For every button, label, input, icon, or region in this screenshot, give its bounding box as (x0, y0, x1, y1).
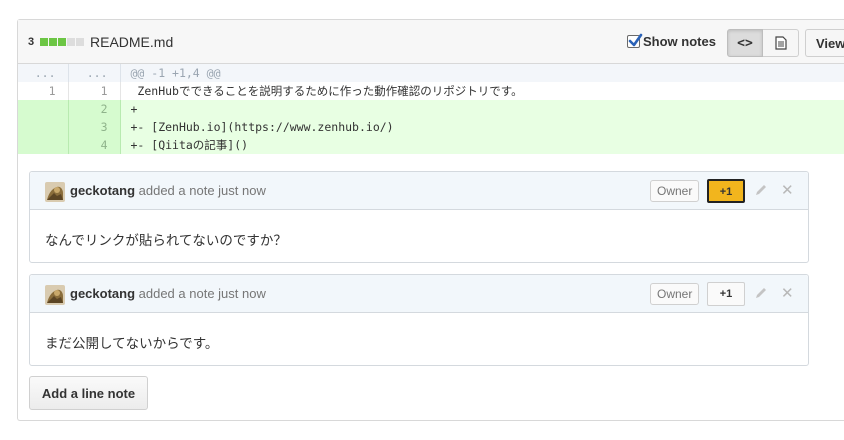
new-line-number[interactable]: 4 (68, 136, 121, 154)
note-header: geckotang added a note just now Owner +1… (30, 172, 808, 210)
add-line-note-button[interactable]: Add a line note (29, 376, 148, 410)
note-meta: geckotang added a note just now (70, 183, 266, 198)
diffstat-blocks (40, 38, 84, 46)
close-icon: ✕ (781, 285, 794, 302)
file-container: 3 README.md Show notes <> View ... ... @… (17, 19, 844, 421)
show-notes-label: Show notes (643, 34, 716, 49)
note-action: added a note just now (138, 183, 266, 198)
show-notes-toggle[interactable]: Show notes (627, 33, 716, 49)
note-author[interactable]: geckotang (70, 183, 135, 198)
note-body: なんでリンクが貼られてないのですか？ (45, 233, 287, 248)
hunk-header: @@ -1 +1,4 @@ (120, 64, 844, 82)
close-icon: ✕ (781, 182, 794, 199)
view-mode-toggle: <> (727, 29, 799, 57)
source-view-button[interactable]: <> (727, 29, 763, 57)
owner-badge: Owner (650, 180, 700, 202)
note-author[interactable]: geckotang (70, 286, 135, 301)
edit-note-button[interactable] (754, 183, 768, 200)
note-meta: geckotang added a note just now (70, 286, 266, 301)
old-line-number (18, 136, 69, 154)
avatar-image (45, 182, 65, 202)
file-text-icon (774, 36, 787, 50)
note-body: まだ公開してないからです。 (45, 336, 219, 351)
note-action: added a note just now (138, 286, 266, 301)
new-line-number[interactable]: 1 (68, 82, 121, 100)
diffstat-count: 3 (28, 36, 35, 48)
diff-line-added: 3 +- [ZenHub.io](https://www.zenhub.io/) (18, 118, 844, 136)
diffstat-block (76, 38, 84, 46)
old-line-number[interactable]: 1 (18, 82, 69, 100)
avatar[interactable] (45, 285, 65, 305)
new-line-number[interactable]: ... (68, 64, 121, 82)
diff-table: ... ... @@ -1 +1,4 @@ 1 1 ZenHubでできることを説… (18, 64, 844, 154)
delete-note-button[interactable]: ✕ (781, 284, 794, 302)
plus-one-button[interactable]: +1 (707, 179, 745, 203)
delete-note-button[interactable]: ✕ (781, 181, 794, 199)
plus-one-button[interactable]: +1 (707, 282, 745, 306)
hunk-header-row: ... ... @@ -1 +1,4 @@ (18, 64, 844, 82)
old-line-number[interactable]: ... (18, 64, 69, 82)
file-name[interactable]: README.md (90, 34, 173, 50)
diff-line-code: ZenHubでできることを説明するために作った動作確認のリポジトリです。 (130, 84, 523, 98)
diffstat-block (58, 38, 66, 46)
diffstat-block (40, 38, 48, 46)
checkmark-icon (628, 33, 643, 47)
code-icon: <> (737, 35, 753, 51)
edit-note-button[interactable] (754, 286, 768, 303)
new-line-number[interactable]: 3 (68, 118, 121, 136)
diff-line-added: 2 + (18, 100, 844, 118)
diffstat-block (67, 38, 75, 46)
owner-badge: Owner (650, 283, 700, 305)
pencil-icon (756, 288, 766, 298)
diff-line-code: + (120, 100, 844, 118)
rendered-view-button[interactable] (763, 29, 799, 57)
diff-line-code: +- [ZenHub.io](https://www.zenhub.io/) (120, 118, 844, 136)
line-note: geckotang added a note just now Owner +1… (29, 171, 809, 263)
old-line-number (18, 100, 69, 118)
avatar[interactable] (45, 182, 65, 202)
note-header: geckotang added a note just now Owner +1… (30, 275, 808, 313)
avatar-image (45, 285, 65, 305)
line-note: geckotang added a note just now Owner +1… (29, 274, 809, 366)
diff-line-added: 4 +- [Qiitaの記事]() (18, 136, 844, 154)
view-file-button[interactable]: View (805, 29, 844, 57)
diff-line: 1 1 ZenHubでできることを説明するために作った動作確認のリポジトリです。 (18, 82, 844, 100)
new-line-number[interactable]: 2 (68, 100, 121, 118)
file-header: 3 README.md Show notes <> View (18, 20, 844, 64)
pencil-icon (756, 185, 766, 195)
old-line-number (18, 118, 69, 136)
diffstat-block (49, 38, 57, 46)
show-notes-checkbox[interactable] (627, 33, 643, 48)
diff-line-code: +- [Qiitaの記事]() (120, 136, 844, 154)
